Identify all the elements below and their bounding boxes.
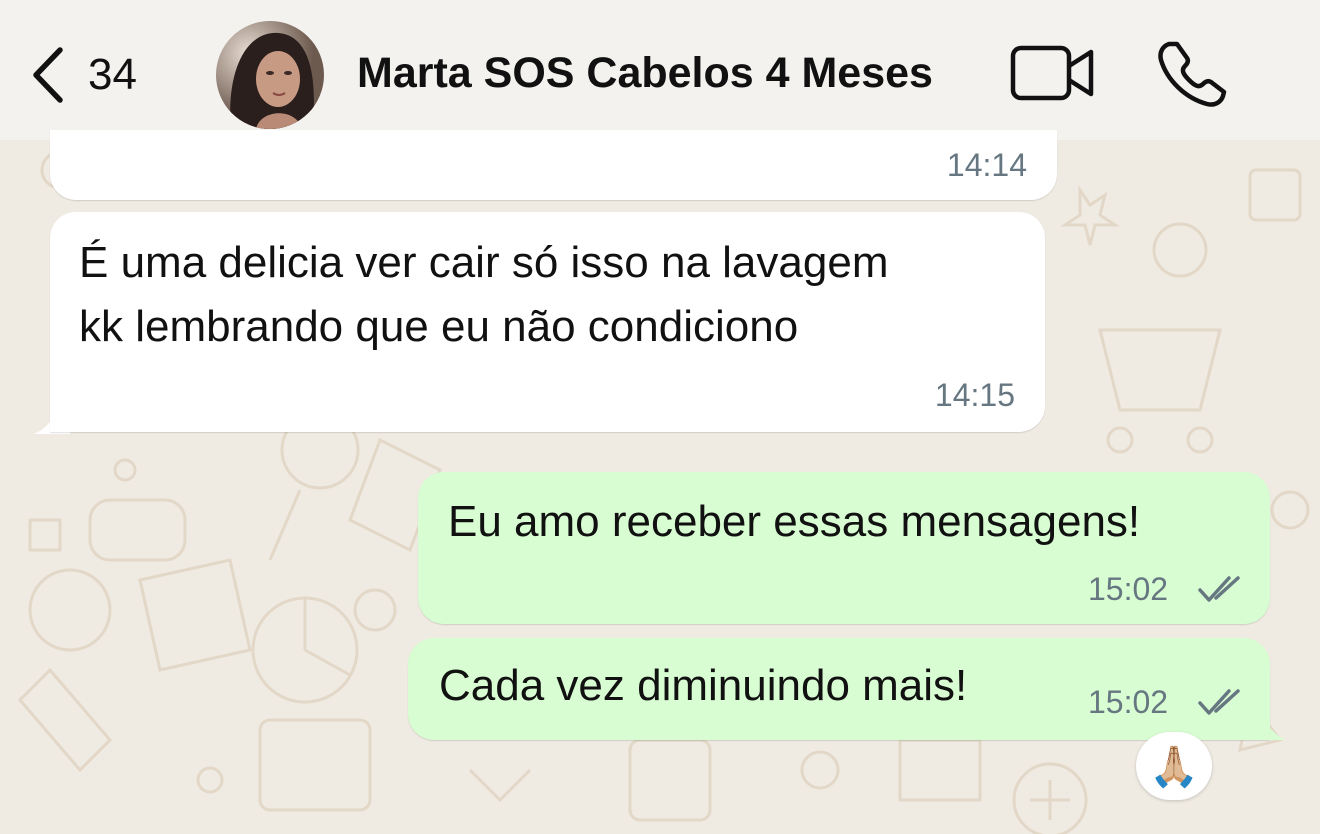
message-bubble-incoming[interactable]: 14:14 — [50, 130, 1057, 200]
voice-call-button[interactable] — [1155, 38, 1231, 110]
avatar-image — [216, 21, 324, 129]
message-time: 15:02 — [1088, 571, 1169, 607]
message-time: 14:14 — [946, 147, 1027, 183]
read-ticks-icon — [1198, 689, 1240, 715]
avatar[interactable] — [216, 21, 324, 129]
message-time: 14:15 — [934, 377, 1015, 413]
message-text: É uma delicia ver cair só isso na lavage… — [79, 231, 888, 359]
read-ticks-icon — [1198, 576, 1240, 602]
praying-hands-emoji: 🙏🏼 — [1149, 744, 1199, 789]
back-button[interactable]: 34 — [30, 40, 170, 110]
message-text-line: É uma delicia ver cair só isso na lavage… — [79, 238, 889, 287]
message-reaction[interactable]: 🙏🏼 — [1136, 732, 1212, 800]
chat-header: 34 Marta SOS Cabelos 4 Meses — [0, 0, 1320, 140]
message-text-line: kk lembrando que eu não condiciono — [79, 302, 799, 351]
message-text: Cada vez diminuindo mais! — [439, 661, 968, 710]
contact-name[interactable]: Marta SOS Cabelos 4 Meses — [357, 49, 933, 98]
video-camera-icon — [1010, 45, 1094, 101]
message-bubble-outgoing[interactable]: Eu amo receber essas mensagens! 15:02 — [418, 472, 1270, 624]
message-text: Eu amo receber essas mensagens! — [448, 497, 1141, 546]
unread-count: 34 — [88, 50, 137, 99]
message-bubble-outgoing[interactable]: Cada vez diminuindo mais! 15:02 — [408, 638, 1270, 740]
message-bubble-incoming[interactable]: É uma delicia ver cair só isso na lavage… — [50, 212, 1045, 432]
phone-icon — [1158, 41, 1227, 107]
video-call-button[interactable] — [1008, 42, 1098, 106]
message-time: 15:02 — [1088, 684, 1169, 720]
chevron-left-icon — [33, 47, 63, 103]
